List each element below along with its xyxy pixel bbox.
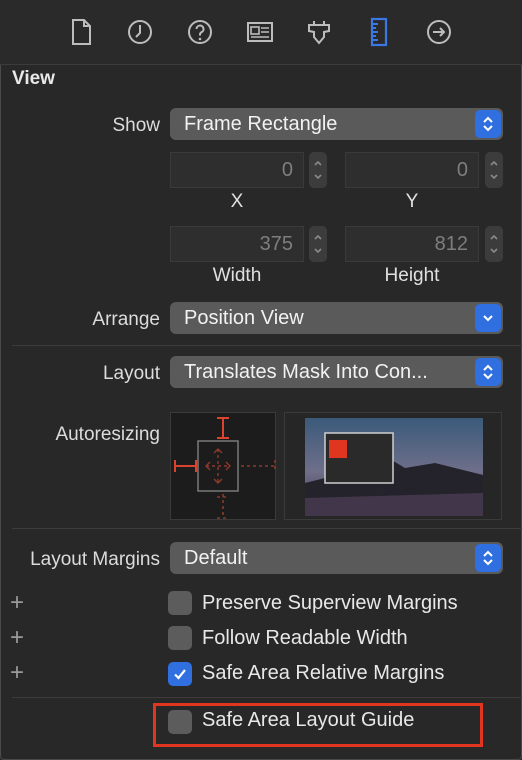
attributes-icon[interactable] <box>304 16 334 48</box>
layout-popup[interactable]: Translates Mask Into Con... <box>170 356 503 388</box>
clock-icon[interactable] <box>125 16 155 48</box>
identity-card-icon[interactable] <box>245 16 275 48</box>
arrow-right-circle-icon[interactable] <box>424 16 454 48</box>
arrange-label: Arrange <box>92 309 160 330</box>
autoresizing-control[interactable] <box>170 412 276 520</box>
y-stepper[interactable] <box>485 152 503 188</box>
height-label: Height <box>384 265 440 286</box>
checkmark-icon <box>174 669 186 680</box>
follow-readable-width-checkbox[interactable] <box>168 626 192 650</box>
chevron-updown-icon <box>475 544 501 572</box>
y-field[interactable]: 0 <box>345 152 479 188</box>
show-popup[interactable]: Frame Rectangle <box>170 108 503 140</box>
x-stepper[interactable] <box>309 152 327 188</box>
width-label: Width <box>212 265 262 286</box>
divider-options <box>12 697 522 698</box>
show-label: Show <box>112 115 160 136</box>
arrange-popup[interactable]: Position View <box>170 302 503 334</box>
add-variation-button[interactable]: + <box>10 591 24 615</box>
layout-margins-label: Layout Margins <box>30 549 160 570</box>
ruler-icon[interactable] <box>364 16 394 48</box>
file-icon[interactable] <box>66 16 96 48</box>
show-popup-value: Frame Rectangle <box>184 113 338 135</box>
x-field[interactable]: 0 <box>170 152 304 188</box>
width-field[interactable]: 375 <box>170 226 304 262</box>
divider-arrange <box>12 345 522 346</box>
layout-popup-value: Translates Mask Into Con... <box>184 361 428 383</box>
arrange-popup-value: Position View <box>184 307 304 329</box>
safe-area-relative-margins-checkbox[interactable] <box>168 662 192 686</box>
section-title: View <box>12 68 55 89</box>
add-variation-button[interactable]: + <box>10 626 24 650</box>
inspector-toolbar <box>0 0 522 64</box>
autoresizing-label: Autoresizing <box>55 424 160 445</box>
highlight-annotation <box>153 703 483 747</box>
height-field[interactable]: 812 <box>345 226 479 262</box>
follow-readable-width-label: Follow Readable Width <box>202 627 408 649</box>
preserve-superview-margins-checkbox[interactable] <box>168 591 192 615</box>
chevron-updown-icon <box>475 358 501 386</box>
preserve-superview-margins-label: Preserve Superview Margins <box>202 592 458 614</box>
safe-area-relative-margins-label: Safe Area Relative Margins <box>202 662 445 684</box>
width-stepper[interactable] <box>309 226 327 262</box>
height-stepper[interactable] <box>485 226 503 262</box>
chevron-updown-icon <box>475 110 501 138</box>
x-label: X <box>230 191 244 212</box>
layout-margins-popup-value: Default <box>184 547 248 569</box>
add-variation-button[interactable]: + <box>10 661 24 685</box>
divider-autoresizing <box>12 528 522 529</box>
help-icon[interactable] <box>185 16 215 48</box>
layout-label: Layout <box>102 363 160 384</box>
layout-margins-popup[interactable]: Default <box>170 542 503 574</box>
autoresizing-preview <box>284 412 502 520</box>
y-label: Y <box>405 191 419 212</box>
chevron-down-icon <box>475 304 501 332</box>
toolbar-divider <box>0 64 522 65</box>
